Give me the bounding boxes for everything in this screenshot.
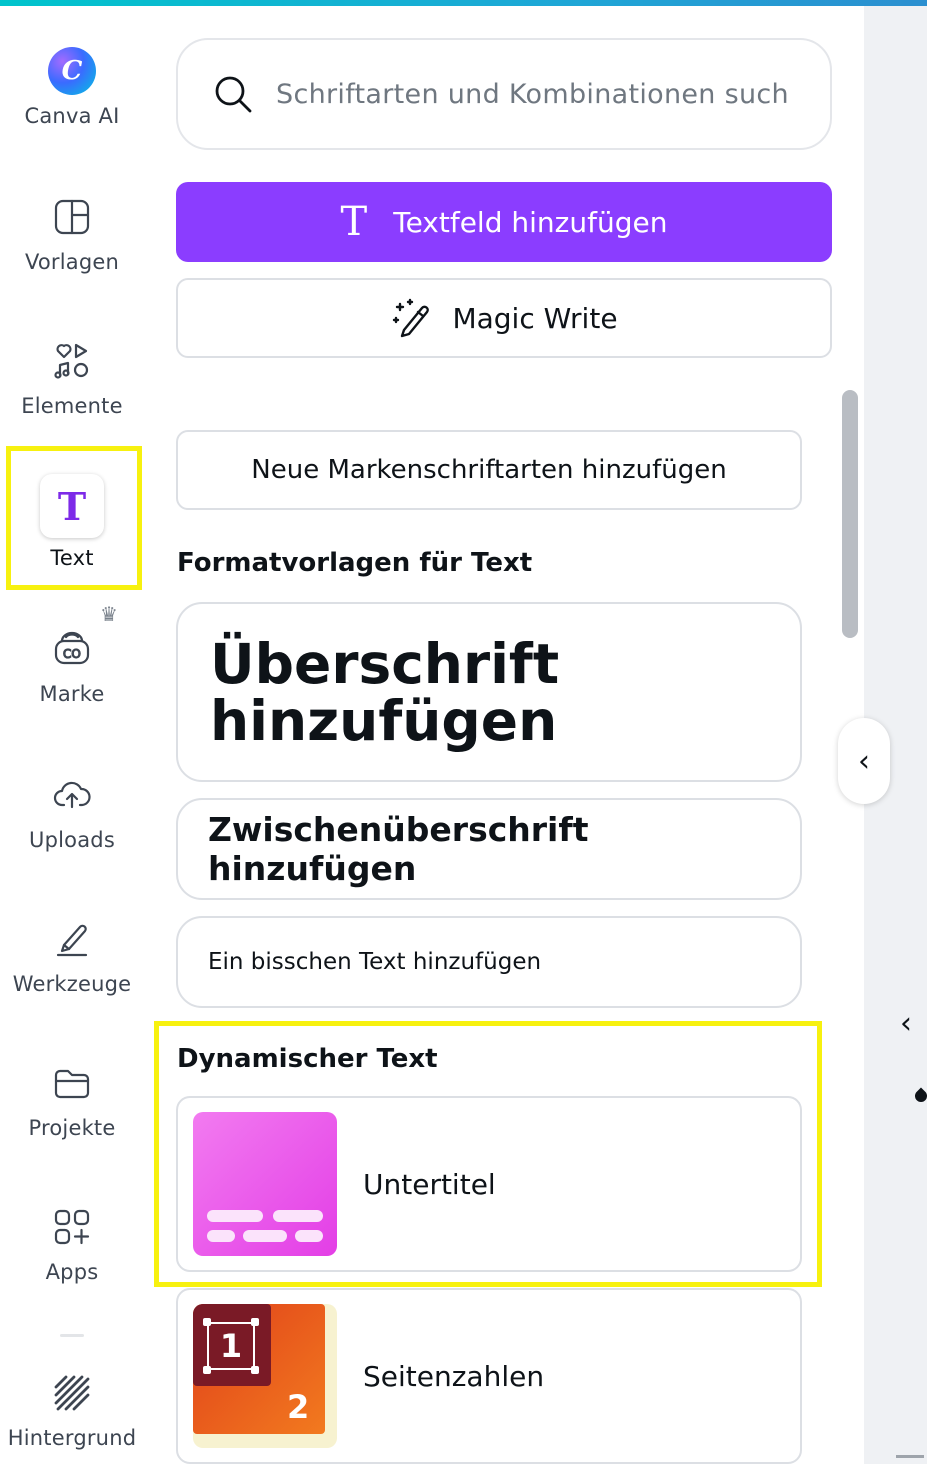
- divider: [896, 1455, 924, 1458]
- folder-icon: [47, 1058, 97, 1108]
- search-input[interactable]: [276, 78, 796, 110]
- draw-tool-icon: [47, 914, 97, 964]
- brand-icon: CO: [47, 624, 97, 674]
- body-text-sample: Ein bisschen Text hinzufügen: [208, 949, 542, 975]
- rail-label: Vorlagen: [24, 250, 120, 274]
- rail-item-elemente[interactable]: Elemente: [0, 336, 144, 418]
- subtitles-thumbnail: [193, 1112, 337, 1256]
- crown-icon: ♛: [100, 602, 118, 626]
- templates-icon: [47, 192, 97, 242]
- add-heading-card[interactable]: Überschrift hinzufügen: [176, 602, 802, 782]
- section-title-text-styles: Formatvorlagen für Text: [177, 548, 533, 578]
- dynamic-item-label: Untertitel: [363, 1167, 496, 1201]
- chevron-left-icon: ‹: [858, 743, 870, 779]
- side-navigation: C Canva AI Vorlagen Elemente T Text CO M…: [0, 6, 144, 1464]
- canva-ai-icon: C: [47, 46, 97, 96]
- background-pattern-icon: [47, 1368, 97, 1418]
- font-search-field[interactable]: [176, 38, 832, 150]
- search-icon: [215, 76, 252, 113]
- rail-divider: [60, 1334, 84, 1337]
- rail-label: Apps: [45, 1260, 99, 1284]
- dynamic-item-page-numbers[interactable]: 1 2 Seitenzahlen: [176, 1288, 802, 1464]
- add-textbox-button[interactable]: T Textfeld hinzufügen: [176, 182, 832, 262]
- collapse-panel-button[interactable]: ‹: [838, 718, 890, 804]
- rail-item-werkzeuge[interactable]: Werkzeuge: [0, 914, 144, 996]
- add-brand-fonts-button[interactable]: Neue Markenschriftarten hinzufügen: [176, 430, 802, 510]
- rail-item-hintergrund[interactable]: Hintergrund: [0, 1368, 144, 1450]
- dynamic-item-label: Seitenzahlen: [363, 1359, 545, 1393]
- upload-cloud-icon: [47, 770, 97, 820]
- apps-grid-icon: [47, 1202, 97, 1252]
- rail-item-uploads[interactable]: Uploads: [0, 770, 144, 852]
- rail-item-vorlagen[interactable]: Vorlagen: [0, 192, 144, 274]
- rail-label: Uploads: [29, 828, 115, 852]
- add-brand-fonts-label: Neue Markenschriftarten hinzufügen: [251, 455, 727, 485]
- rail-label: Projekte: [28, 1116, 116, 1140]
- rail-label: Hintergrund: [7, 1426, 137, 1450]
- rail-label: Elemente: [21, 394, 123, 418]
- chevron-left-icon[interactable]: ‹: [900, 1006, 912, 1041]
- heading-sample: Überschrift hinzufügen: [210, 632, 560, 753]
- page-numbers-thumbnail: 1 2: [193, 1304, 337, 1448]
- highlight-box-text: [6, 446, 142, 590]
- svg-text:CO: CO: [63, 647, 81, 661]
- add-textbox-label: Textfeld hinzufügen: [393, 205, 668, 239]
- rail-item-marke[interactable]: CO Marke: [0, 624, 144, 706]
- magic-write-button[interactable]: Magic Write: [176, 278, 832, 358]
- rail-label: Werkzeuge: [12, 972, 132, 996]
- rail-item-projekte[interactable]: Projekte: [0, 1058, 144, 1140]
- dynamic-item-subtitles[interactable]: Untertitel: [176, 1096, 802, 1272]
- rail-item-canva-ai[interactable]: C Canva AI: [0, 46, 144, 128]
- elements-icon: [47, 336, 97, 386]
- magic-write-label: Magic Write: [452, 301, 618, 335]
- magic-pen-icon: [393, 298, 430, 338]
- scrollbar-thumb[interactable]: [842, 390, 858, 638]
- rail-label: Marke: [39, 682, 105, 706]
- text-t-icon: T: [340, 199, 368, 245]
- subheading-sample: Zwischenüberschrift hinzufügen: [208, 810, 589, 888]
- rail-label: Canva AI: [24, 104, 120, 128]
- add-body-text-card[interactable]: Ein bisschen Text hinzufügen: [176, 916, 802, 1008]
- add-subheading-card[interactable]: Zwischenüberschrift hinzufügen: [176, 798, 802, 900]
- rail-item-apps[interactable]: Apps: [0, 1202, 144, 1284]
- section-title-dynamic-text: Dynamischer Text: [177, 1044, 438, 1074]
